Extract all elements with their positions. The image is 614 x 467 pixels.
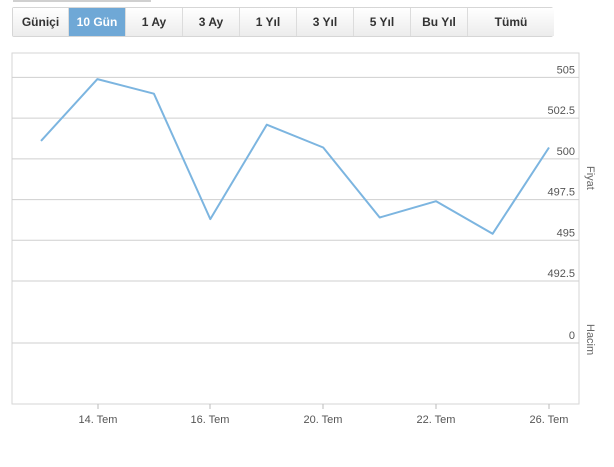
price-gridlines: [12, 76, 579, 282]
price-axis-label: Fiyat: [584, 166, 596, 190]
date-axis-ticks: 14. Tem 16. Tem 20. Tem 22. Tem 26. Tem: [79, 404, 569, 426]
price-tick-label: 497.5: [547, 187, 575, 199]
plot-area-border: [11, 52, 580, 405]
date-tick-label: 14. Tem: [79, 414, 118, 426]
price-tick-label: 500: [557, 146, 575, 158]
price-tick-label: 505: [557, 64, 575, 76]
series-line-0: [40, 78, 550, 235]
price-tick-label: 495: [557, 227, 575, 239]
date-tick-label: 22. Tem: [417, 414, 456, 426]
price-tick-label: 502.5: [547, 105, 575, 117]
date-tick-label: 26. Tem: [530, 414, 569, 426]
price-tick-label: 492.5: [547, 268, 575, 280]
volume-axis-label: Hacim: [584, 324, 596, 355]
price-chart: 505 502.5 500 497.5 495 492.5 0 14. Tem 16. Te…: [11, 52, 596, 426]
volume-tick-label: 0: [569, 330, 575, 342]
date-tick-label: 16. Tem: [191, 414, 230, 426]
price-series: [40, 78, 550, 235]
volume-axis: 0: [12, 330, 579, 344]
date-tick-label: 20. Tem: [304, 414, 343, 426]
price-axis-ticks: 505 502.5 500 497.5 495 492.5: [547, 64, 575, 280]
